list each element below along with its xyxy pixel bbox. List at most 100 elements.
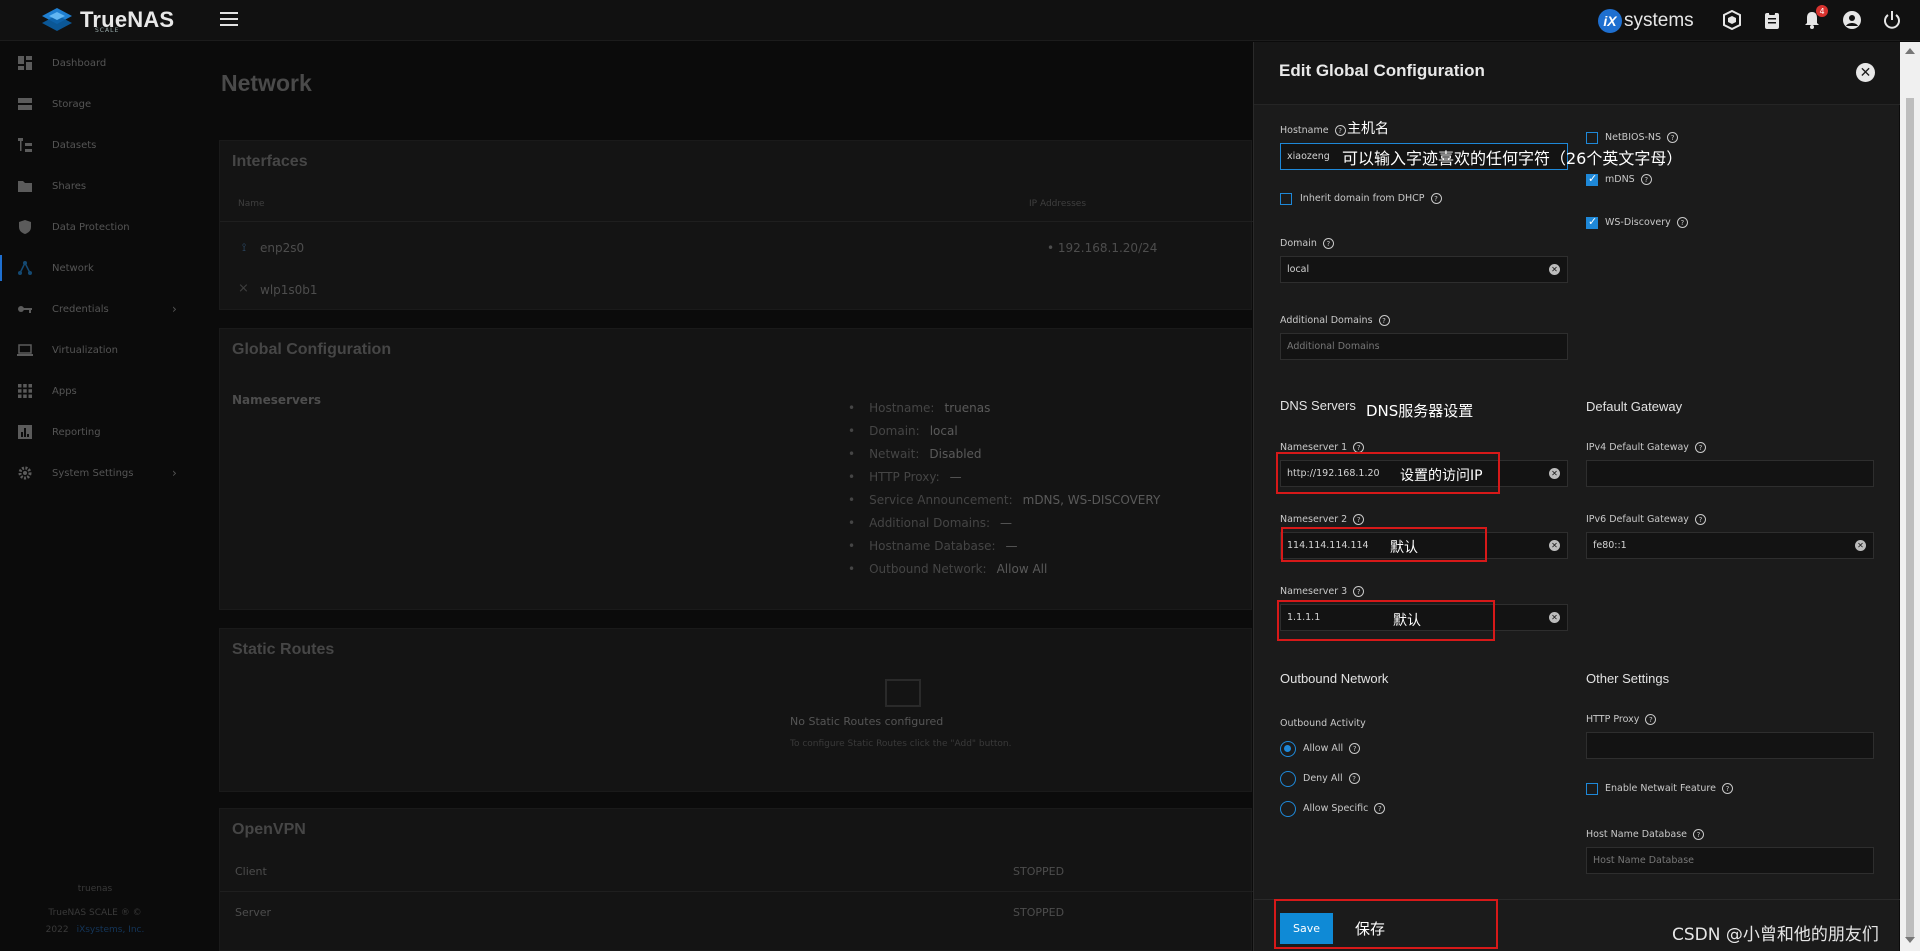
ipv4-gateway-input[interactable] [1586, 460, 1874, 487]
gear-icon [18, 466, 32, 480]
help-icon[interactable]: ? [1721, 783, 1733, 794]
key-icon [18, 306, 32, 313]
sidebar-item-datasets[interactable]: Datasets [0, 128, 190, 162]
sidebar-item-credentials[interactable]: Credentials › [0, 292, 190, 326]
additional-domains-input[interactable]: Additional Domains [1280, 333, 1568, 360]
help-icon[interactable]: ? [1694, 442, 1706, 453]
http-proxy-input[interactable] [1586, 732, 1874, 759]
help-icon[interactable]: ? [1334, 125, 1346, 136]
ws-discovery-label: WS-Discovery? [1605, 217, 1688, 228]
network-icon: ⟟ [242, 241, 247, 254]
netwait-checkbox[interactable] [1586, 783, 1598, 795]
footer-year: 2022 [45, 925, 69, 935]
footer-copyright: 2022 iXsystems, Inc. [0, 925, 190, 935]
clear-icon[interactable]: ✕ [1855, 540, 1866, 551]
wifi-off-icon: ⨯ [238, 281, 249, 296]
sidebar-item-system-settings[interactable]: System Settings › [0, 456, 190, 490]
nameserver-2-label: Nameserver 2? [1280, 514, 1365, 525]
footer-hostname: truenas [77, 884, 113, 894]
vpn-server: Server [235, 906, 272, 919]
scroll-thumb[interactable] [1906, 98, 1914, 938]
help-icon[interactable]: ? [1667, 132, 1679, 143]
dns-servers-heading: DNS Servers [1280, 398, 1356, 413]
sidebar-item-virtualization[interactable]: Virtualization [0, 333, 190, 367]
scroll-down-icon[interactable] [1905, 937, 1915, 943]
clear-icon[interactable]: ✕ [1549, 468, 1560, 479]
help-icon[interactable]: ? [1645, 714, 1657, 725]
ipv6-gateway-input[interactable]: fe80::1 ✕ [1586, 532, 1874, 559]
annotation-ns3: 默认 [1393, 613, 1421, 629]
allow-all-radio[interactable] [1280, 741, 1296, 757]
sidebar-item-reporting[interactable]: Reporting [0, 415, 190, 449]
account-icon[interactable] [1842, 10, 1862, 30]
sidebar-item-apps[interactable]: Apps [0, 374, 190, 408]
sidebar-item-shares[interactable]: Shares [0, 169, 190, 203]
sidebar: Dashboard Storage Datasets Shares Data P… [0, 42, 190, 951]
help-icon[interactable]: ? [1322, 238, 1334, 249]
host-name-database-input[interactable]: Host Name Database [1586, 847, 1874, 874]
network-icon [18, 261, 32, 275]
help-icon[interactable]: ? [1353, 514, 1365, 525]
power-icon[interactable] [1882, 10, 1902, 30]
panel-scrollbar[interactable] [1900, 42, 1920, 951]
global-configuration-card: Global Configuration Nameservers Hostnam… [219, 328, 1252, 610]
footer-company-link[interactable]: iXsystems, Inc. [77, 925, 145, 935]
top-bar: TrueNAS SCALE iX systems 4 [0, 0, 1920, 41]
sidebar-item-dashboard[interactable]: Dashboard [0, 46, 190, 80]
help-icon[interactable]: ? [1693, 829, 1705, 840]
allow-specific-label: Allow Specific? [1303, 803, 1386, 814]
main-content: Network Interfaces Name IP Addresses ⟟ e… [200, 42, 1253, 951]
hostname-label: Hostname? [1280, 125, 1346, 136]
allow-all-label: Allow All? [1303, 743, 1361, 754]
deny-all-radio[interactable] [1280, 771, 1296, 787]
help-icon[interactable]: ? [1378, 315, 1390, 326]
netbios-ns-checkbox[interactable] [1586, 132, 1598, 144]
menu-toggle-icon[interactable] [220, 12, 238, 28]
help-icon[interactable]: ? [1348, 773, 1360, 784]
help-icon[interactable]: ? [1349, 743, 1361, 754]
ws-discovery-checkbox[interactable] [1586, 215, 1598, 229]
help-icon[interactable]: ? [1430, 193, 1442, 204]
datasets-icon [18, 138, 32, 152]
inherit-dhcp-checkbox[interactable] [1280, 193, 1292, 205]
help-icon[interactable]: ? [1353, 586, 1365, 597]
clear-icon[interactable]: ✕ [1549, 612, 1560, 623]
col-ip: IP Addresses [1029, 199, 1087, 209]
interface-name[interactable]: enp2s0 [260, 241, 304, 255]
annotation-ns1: 设置的访问IP [1400, 468, 1483, 484]
scroll-up-icon[interactable] [1905, 48, 1915, 54]
ixsystems-logo[interactable]: iX systems [1598, 9, 1694, 33]
help-icon[interactable]: ? [1694, 514, 1706, 525]
interfaces-title: Interfaces [232, 153, 308, 170]
annotation-box-ns2 [1281, 527, 1487, 562]
sidebar-item-label: Network [52, 262, 94, 274]
clear-icon[interactable]: ✕ [1549, 264, 1560, 275]
list-item: Service Announcement:mDNS, WS-DISCOVERY [848, 493, 1160, 516]
host-name-database-label: Host Name Database? [1586, 829, 1705, 840]
help-icon[interactable]: ? [1374, 803, 1386, 814]
dashboard-icon [18, 56, 32, 70]
interface-name[interactable]: wlp1s0b1 [260, 283, 318, 297]
inherit-dhcp-label: Inherit domain from DHCP? [1300, 193, 1442, 204]
help-icon[interactable]: ? [1676, 217, 1688, 228]
clipboard-icon[interactable] [1762, 10, 1782, 30]
clear-icon[interactable]: ✕ [1549, 540, 1560, 551]
bell-icon[interactable]: 4 [1802, 5, 1828, 30]
interface-ip: • 192.168.1.20/24 [1047, 241, 1158, 255]
col-name: Name [238, 199, 265, 209]
list-item: Hostname Database:— [848, 539, 1160, 562]
panel-title: Edit Global Configuration [1279, 61, 1485, 80]
ix-badge: iX [1598, 9, 1622, 33]
other-settings-heading: Other Settings [1586, 671, 1670, 686]
sidebar-item-storage[interactable]: Storage [0, 87, 190, 121]
mdns-checkbox[interactable] [1586, 172, 1598, 186]
allow-specific-radio[interactable] [1280, 801, 1296, 817]
sidebar-item-label: Reporting [52, 426, 101, 438]
sidebar-item-label: Credentials [52, 303, 109, 315]
sidebar-item-network[interactable]: Network [0, 251, 190, 285]
help-icon[interactable]: ? [1640, 174, 1652, 185]
close-icon[interactable]: ✕ [1856, 63, 1875, 82]
domain-input[interactable]: local ✕ [1280, 256, 1568, 283]
truecommand-icon[interactable] [1722, 9, 1742, 31]
sidebar-item-data-protection[interactable]: Data Protection [0, 210, 190, 244]
